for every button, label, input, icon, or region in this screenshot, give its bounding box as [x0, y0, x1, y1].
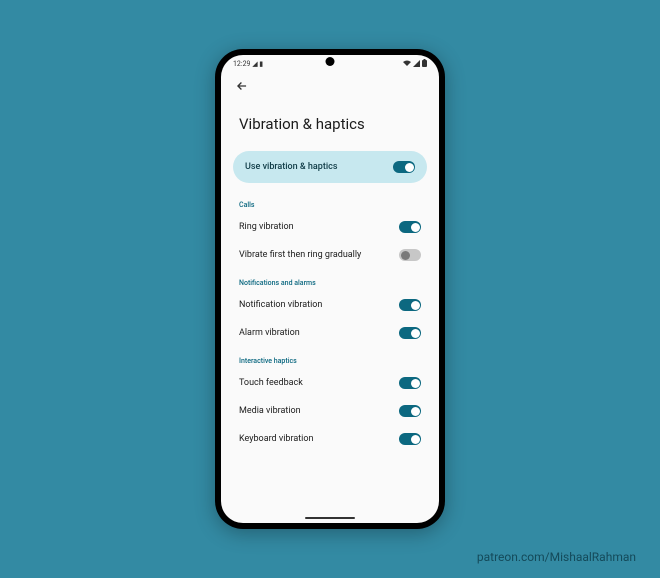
section-header-interactive: Interactive haptics [221, 347, 439, 369]
keyboard-vibration-toggle[interactable] [399, 433, 421, 445]
phone-screen: 12:29 ◢ ▮ Vib [221, 55, 439, 523]
alarm-vibration-label: Alarm vibration [239, 328, 300, 338]
touch-feedback-row[interactable]: Touch feedback [221, 369, 439, 397]
touch-feedback-label: Touch feedback [239, 378, 303, 388]
keyboard-vibration-label: Keyboard vibration [239, 434, 313, 444]
wifi-icon [403, 60, 411, 69]
notification-vibration-label: Notification vibration [239, 300, 322, 310]
ring-vibration-label: Ring vibration [239, 222, 294, 232]
media-vibration-row[interactable]: Media vibration [221, 397, 439, 425]
vibrate-first-label: Vibrate first then ring gradually [239, 250, 361, 260]
watermark: patreon.com/MishaalRahman [477, 550, 636, 564]
notification-vibration-row[interactable]: Notification vibration [221, 291, 439, 319]
nav-area [221, 71, 439, 97]
phone-frame: 12:29 ◢ ▮ Vib [215, 49, 445, 529]
alarm-vibration-toggle[interactable] [399, 327, 421, 339]
gesture-bar[interactable] [305, 517, 355, 519]
section-header-calls: Calls [221, 191, 439, 213]
battery-icon [422, 59, 427, 69]
media-vibration-toggle[interactable] [399, 405, 421, 417]
status-left: 12:29 ◢ ▮ [233, 60, 263, 68]
ring-vibration-row[interactable]: Ring vibration [221, 213, 439, 241]
notification-vibration-toggle[interactable] [399, 299, 421, 311]
keyboard-vibration-row[interactable]: Keyboard vibration [221, 425, 439, 453]
master-toggle-label: Use vibration & haptics [245, 162, 337, 172]
status-time: 12:29 [233, 60, 250, 68]
signal-icon [413, 60, 420, 69]
title-area: Vibration & haptics [221, 97, 439, 147]
status-left-icons: ◢ ▮ [252, 60, 263, 68]
master-toggle-switch[interactable] [393, 161, 415, 173]
ring-vibration-toggle[interactable] [399, 221, 421, 233]
vibrate-first-toggle[interactable] [399, 249, 421, 261]
master-toggle-row[interactable]: Use vibration & haptics [233, 151, 427, 183]
camera-hole [326, 57, 335, 66]
touch-feedback-toggle[interactable] [399, 377, 421, 389]
vibrate-first-row[interactable]: Vibrate first then ring gradually [221, 241, 439, 269]
section-header-notifications: Notifications and alarms [221, 269, 439, 291]
status-right [403, 59, 427, 69]
media-vibration-label: Media vibration [239, 406, 301, 416]
back-button[interactable] [235, 79, 249, 93]
alarm-vibration-row[interactable]: Alarm vibration [221, 319, 439, 347]
page-title: Vibration & haptics [239, 115, 421, 133]
